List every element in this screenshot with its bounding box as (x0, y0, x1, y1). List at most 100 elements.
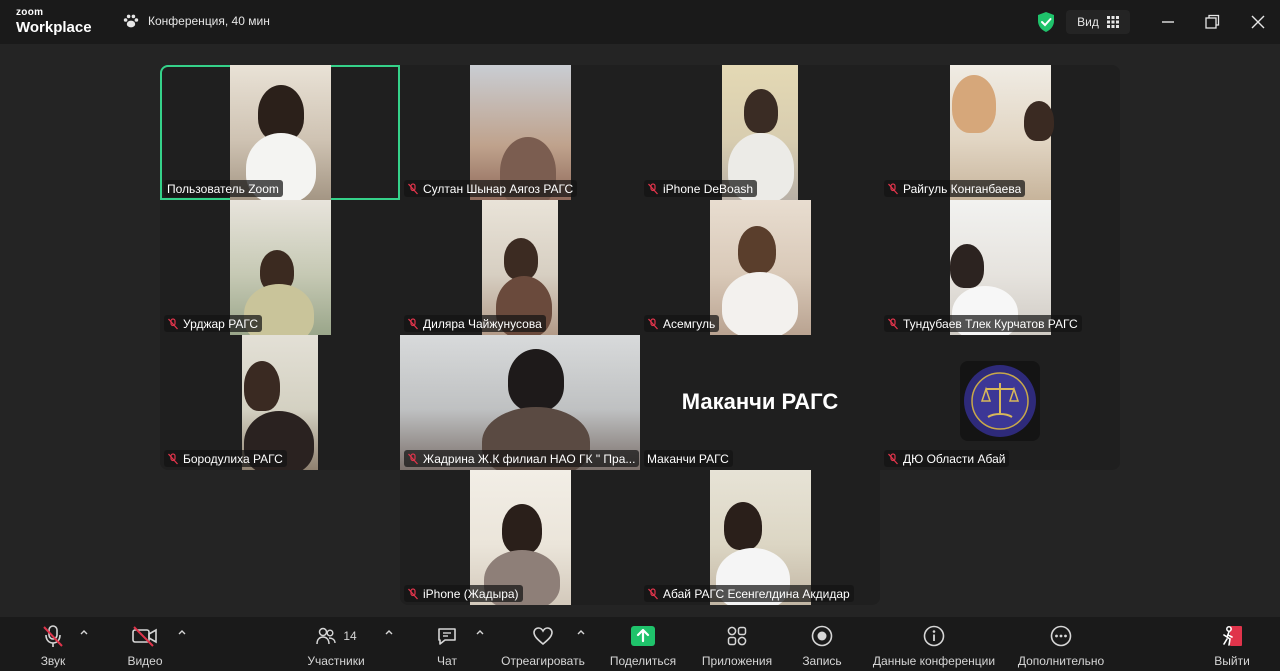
video-tile[interactable]: Абай РАГС Есенгелдина Акдидар (640, 470, 880, 605)
participant-head (950, 244, 984, 288)
record-icon (811, 625, 833, 647)
mic-muted-icon (408, 453, 418, 465)
logo-top-text: zoom (16, 7, 44, 18)
share-screen-icon (631, 626, 655, 646)
chat-button[interactable]: Чат (432, 623, 462, 671)
audio-label: Звук (40, 654, 66, 668)
video-tile[interactable]: Асемгуль (640, 200, 880, 335)
participant-head (244, 361, 280, 411)
participant-name: Урджар РАГС (183, 317, 259, 331)
video-tile[interactable]: Маканчи РАГС Маканчи РАГС (640, 335, 880, 470)
participant-head (744, 89, 778, 133)
participant-name-tag: Урджар РАГС (164, 315, 263, 332)
logo-bottom-text: Workplace (16, 19, 92, 36)
leave-label: Выйти (1214, 654, 1250, 668)
chat-icon (438, 628, 456, 645)
apps-label: Приложения (701, 654, 773, 668)
participant-name: Райгуль Конганбаева (903, 182, 1022, 196)
mic-muted-icon (43, 625, 63, 647)
zoom-logo: zoom Workplace (16, 7, 92, 36)
participant-name: Абай РАГС Есенгелдина Акдидар (663, 587, 850, 601)
minimize-icon[interactable] (1158, 12, 1178, 32)
participant-name-tag: iPhone DeBoash (644, 180, 758, 197)
meeting-info-label: Данные конференции (872, 654, 996, 668)
more-label: Дополнительно (1017, 654, 1105, 668)
apps-button[interactable]: Приложения (698, 623, 776, 671)
meeting-info-button[interactable]: Данные конференции (868, 623, 1000, 671)
participant-name: ДЮ Области Абай (903, 452, 1006, 466)
participant-name-tag: Жадрина Ж.К филиал НАО ГК " Пра... (404, 450, 640, 467)
video-tile[interactable]: Султан Шынар Аягоз РАГС (400, 65, 640, 200)
more-dots-icon (1050, 625, 1072, 647)
video-tile[interactable]: Пользователь Zoom (160, 65, 400, 200)
participant-name: Асемгуль (663, 317, 716, 331)
record-label: Запись (802, 654, 842, 668)
share-label: Поделиться (609, 654, 677, 668)
video-label: Видео (127, 654, 163, 668)
react-label: Отреагировать (501, 654, 585, 668)
participant-head (724, 502, 762, 550)
participant-name-tag: Бородулиха РАГС (164, 450, 287, 467)
paw-icon (123, 14, 139, 28)
participant-name: Бородулиха РАГС (183, 452, 283, 466)
chevron-up-icon[interactable] (475, 627, 485, 637)
participant-name-tag: Султан Шынар Аягоз РАГС (404, 180, 578, 197)
video-tile[interactable]: iPhone DeBoash (640, 65, 880, 200)
participant-name-tag: Тундубаев Тлек Курчатов РАГС (884, 315, 1082, 332)
video-tile[interactable]: Урджар РАГС (160, 200, 400, 335)
meeting-info[interactable]: Конференция, 40 мин (122, 12, 270, 30)
mic-muted-icon (408, 183, 418, 195)
close-icon[interactable] (1248, 12, 1268, 32)
title-bar: zoom Workplace Конференция, 40 мин Вид (0, 0, 1280, 44)
mic-muted-icon (648, 318, 658, 330)
more-button[interactable]: Дополнительно (1014, 623, 1108, 671)
heart-icon (533, 627, 553, 646)
video-tile[interactable]: iPhone (Жадыра) (400, 470, 640, 605)
info-icon (923, 625, 945, 647)
participant-name-tag: ДЮ Области Абай (884, 450, 1010, 467)
view-label: Вид (1077, 15, 1099, 29)
chevron-up-icon[interactable] (576, 627, 586, 637)
restore-icon[interactable] (1202, 12, 1222, 32)
chevron-up-icon[interactable] (384, 627, 394, 637)
share-button[interactable]: Поделиться (608, 623, 678, 671)
participant-name: Султан Шынар Аягоз РАГС (423, 182, 574, 196)
video-button[interactable]: Видео (124, 623, 166, 671)
participant-name-tag: Диляра Чайжунусова (404, 315, 546, 332)
mic-muted-icon (888, 453, 898, 465)
video-off-icon (132, 626, 157, 647)
participant-body (722, 272, 798, 335)
video-tile[interactable]: Жадрина Ж.К филиал НАО ГК " Пра... (400, 335, 640, 470)
video-tile[interactable]: Бородулиха РАГС (160, 335, 400, 470)
audio-button[interactable]: Звук (36, 623, 70, 671)
chevron-up-icon[interactable] (79, 627, 89, 637)
video-tile[interactable]: Райгуль Конганбаева (880, 65, 1120, 200)
participants-label: Участники (307, 654, 365, 668)
video-tile[interactable]: Тундубаев Тлек Курчатов РАГС (880, 200, 1120, 335)
record-button[interactable]: Запись (800, 623, 844, 671)
mic-muted-icon (888, 318, 898, 330)
participant-name: iPhone (Жадыра) (423, 587, 519, 601)
participant-head (502, 504, 542, 554)
video-tile[interactable]: Диляра Чайжунусова (400, 200, 640, 335)
mic-muted-icon (168, 453, 178, 465)
participant-name-tag: Маканчи РАГС (644, 450, 733, 467)
emblem-icon (960, 361, 1040, 441)
participant-name-tag: iPhone (Жадыра) (404, 585, 523, 602)
participants-icon (316, 627, 337, 645)
meeting-toolbar: Звук Видео 14 Участники Чат Отреагироват… (0, 617, 1280, 671)
mic-muted-icon (648, 588, 658, 600)
react-button[interactable]: Отреагировать (498, 623, 588, 671)
participant-name: Пользователь Zoom (167, 182, 279, 196)
security-shield-icon[interactable] (1034, 10, 1058, 34)
view-button[interactable]: Вид (1066, 10, 1130, 34)
leave-button[interactable]: Выйти (1212, 623, 1252, 671)
participants-count: 14 (343, 629, 357, 643)
participant-name: Маканчи РАГС (647, 452, 729, 466)
participants-button[interactable]: 14 Участники (306, 623, 366, 671)
chevron-up-icon[interactable] (177, 627, 187, 637)
mic-muted-icon (168, 318, 178, 330)
apps-icon (727, 626, 747, 646)
video-tile[interactable]: ДЮ Области Абай (880, 335, 1120, 470)
participant-name-tag: Асемгуль (644, 315, 720, 332)
